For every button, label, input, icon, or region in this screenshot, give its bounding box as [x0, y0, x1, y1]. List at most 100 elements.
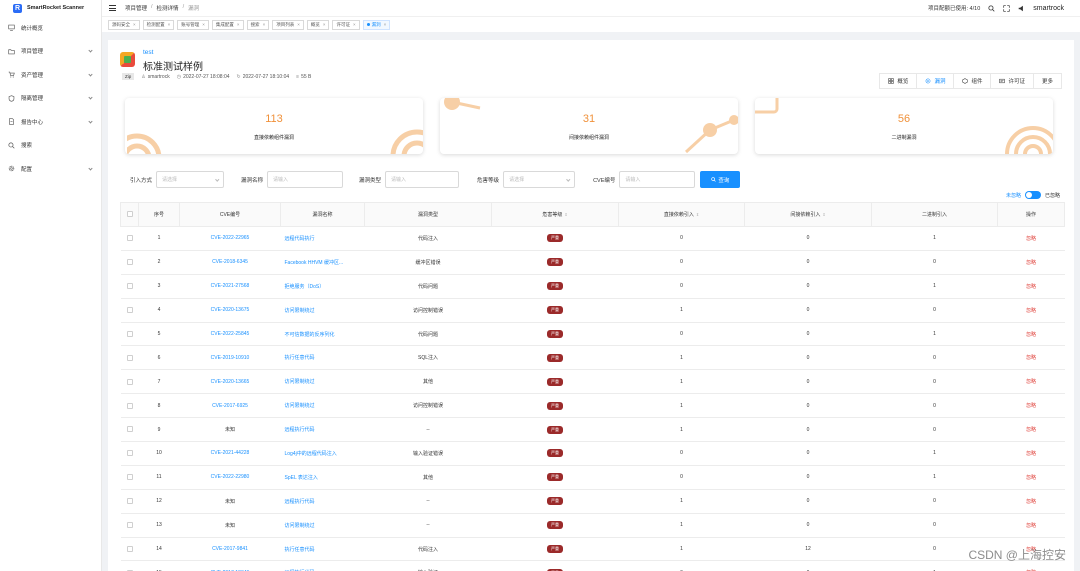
ignore-button[interactable]: 忽略 — [997, 322, 1065, 347]
vuln-name-input[interactable]: 请输入 — [267, 171, 344, 188]
cve-link[interactable]: CVE-2022-25845 — [179, 322, 281, 347]
row-checkbox[interactable] — [126, 235, 133, 242]
close-icon[interactable]: × — [297, 22, 300, 27]
vuln-name-link[interactable]: Log4j中的远程代码注入 — [280, 441, 365, 466]
ignore-button[interactable]: 忽略 — [997, 345, 1065, 371]
sort-icon[interactable]: ⇕ — [564, 212, 567, 217]
cve-link[interactable]: CVE-2017-18349 — [179, 560, 281, 571]
vuln-type-input[interactable]: 请输入 — [385, 171, 460, 188]
cve-link[interactable]: CVE-2018-6345 — [179, 250, 281, 275]
detail-tab[interactable]: 组件 — [954, 74, 992, 88]
breadcrumb-item[interactable]: 检测详情 — [157, 4, 179, 12]
stat-card-binary[interactable]: 56 二进制漏洞 — [755, 98, 1053, 154]
cve-link[interactable]: CVE-2021-27568 — [179, 274, 281, 299]
ignore-button[interactable]: 忽略 — [997, 393, 1065, 419]
ignore-button[interactable]: 忽略 — [997, 513, 1065, 538]
cve-link[interactable]: CVE-2019-10910 — [179, 345, 281, 371]
column-header-sortable[interactable]: 直接依赖引入 ⇕ — [618, 202, 745, 227]
vuln-name-link[interactable]: 远程执行代码 — [280, 560, 365, 571]
row-checkbox[interactable] — [126, 402, 133, 409]
ignore-switch[interactable] — [1024, 191, 1041, 199]
tab-tag[interactable]: 检测配置 × — [142, 19, 175, 30]
vuln-name-link[interactable]: 远程执行代码 — [280, 489, 365, 514]
tab-tag[interactable]: 搜索 × — [246, 19, 270, 30]
ignore-button[interactable]: 忽略 — [997, 298, 1065, 323]
vuln-name-link[interactable]: 访问限制绕过 — [280, 369, 365, 395]
cve-link[interactable]: CVE-2017-9841 — [179, 537, 281, 562]
username[interactable]: smartrock — [1033, 5, 1064, 12]
select-all-checkbox[interactable] — [126, 211, 133, 218]
sidebar-item[interactable]: 统计概览 — [0, 16, 101, 40]
close-icon[interactable]: × — [202, 22, 205, 27]
app-logo[interactable]: R SmartRocket Scanner — [0, 0, 101, 16]
ignore-button[interactable]: 忽略 — [997, 489, 1065, 514]
row-checkbox[interactable] — [126, 283, 133, 290]
row-checkbox[interactable] — [126, 259, 133, 266]
sort-icon[interactable]: ⇕ — [696, 212, 699, 217]
vuln-name-link[interactable]: Facebook HHVM 缓冲区... — [280, 250, 365, 275]
sidebar-item[interactable]: 报告中心 — [0, 110, 101, 134]
cve-link[interactable]: CVE-2020-13665 — [179, 369, 281, 395]
row-checkbox[interactable] — [126, 378, 133, 385]
ignore-button[interactable]: 忽略 — [997, 465, 1065, 490]
vuln-name-link[interactable]: 访问限制绕过 — [280, 513, 365, 538]
project-subtitle[interactable]: test — [143, 49, 153, 56]
tab-tag[interactable]: 源码安全 × — [108, 19, 140, 30]
detail-tab[interactable]: 漏洞 — [917, 74, 955, 88]
row-checkbox[interactable] — [126, 306, 133, 313]
column-header-sortable[interactable]: 间接依赖引入 ⇕ — [744, 202, 872, 227]
cve-link[interactable]: CVE-2021-44228 — [179, 441, 281, 466]
sort-icon[interactable]: ⇕ — [822, 212, 825, 217]
row-checkbox[interactable] — [126, 474, 133, 481]
vuln-name-link[interactable]: SpEL 表达注入 — [280, 465, 365, 490]
sidebar-item[interactable]: 配置 — [0, 157, 101, 181]
cve-link[interactable]: CVE-2017-6925 — [179, 393, 281, 419]
row-checkbox[interactable] — [126, 354, 133, 361]
sidebar-item[interactable]: 隔离管理 — [0, 87, 101, 111]
tab-tag[interactable]: 账号管理 × — [177, 19, 209, 30]
vuln-name-link[interactable]: 不可信数据的反序列化 — [280, 322, 365, 347]
close-icon[interactable]: × — [353, 22, 356, 27]
tab-tag[interactable]: 许可证 × — [332, 19, 360, 30]
detail-tab[interactable]: 概览 — [880, 74, 918, 88]
cve-link[interactable]: CVE-2022-22965 — [179, 226, 281, 251]
tab-tag[interactable]: 集成配置 × — [211, 19, 244, 30]
notification-icon[interactable] — [1018, 5, 1025, 12]
vuln-name-link[interactable]: 执行任意代码 — [280, 345, 365, 371]
not-ignored-label[interactable]: 未忽略 — [1006, 192, 1021, 199]
vuln-name-link[interactable]: 远程执行代码 — [280, 417, 365, 443]
cve-link[interactable]: CVE-2022-22980 — [179, 465, 281, 490]
ignore-button[interactable]: 忽略 — [997, 369, 1065, 395]
cve-input[interactable]: 请输入 — [619, 171, 696, 188]
stat-card-direct[interactable]: 113 直接依赖组件漏洞 — [125, 98, 423, 154]
sidebar-item[interactable]: 搜索 — [0, 134, 101, 158]
menu-toggle-icon[interactable] — [109, 5, 116, 11]
close-icon[interactable]: × — [263, 22, 266, 27]
vuln-name-link[interactable]: 访问限制绕过 — [280, 298, 365, 323]
tab-tag[interactable]: 漏洞 × — [362, 19, 391, 30]
row-checkbox[interactable] — [126, 521, 133, 528]
ignore-button[interactable]: 忽略 — [997, 274, 1065, 299]
column-header-sortable[interactable]: 危害等级 ⇕ — [491, 202, 619, 227]
breadcrumb-item[interactable]: 项目管理 — [125, 4, 147, 12]
vuln-name-link[interactable]: 远程代码执行 — [280, 226, 365, 251]
ignore-button[interactable]: 忽略 — [997, 417, 1065, 443]
close-icon[interactable]: × — [237, 22, 240, 27]
sidebar-item[interactable]: 资产管理 — [0, 63, 101, 87]
ignore-button[interactable]: 忽略 — [997, 226, 1065, 251]
vuln-name-link[interactable]: 拒绝服务（DoS） — [280, 274, 365, 299]
detail-tab[interactable]: 更多 — [1034, 74, 1061, 88]
ignore-button[interactable]: 忽略 — [997, 250, 1065, 275]
row-checkbox[interactable] — [126, 426, 133, 433]
sidebar-item[interactable]: 项目管理 — [0, 40, 101, 64]
search-icon[interactable] — [988, 4, 995, 12]
vuln-name-link[interactable]: 执行任意代码 — [280, 537, 365, 562]
row-checkbox[interactable] — [126, 330, 133, 337]
cve-link[interactable]: CVE-2020-13675 — [179, 298, 281, 323]
row-checkbox[interactable] — [126, 450, 133, 457]
row-checkbox[interactable] — [126, 498, 133, 505]
ignore-button[interactable]: 忽略 — [997, 441, 1065, 466]
row-checkbox[interactable] — [126, 545, 133, 552]
query-button[interactable]: 查询 — [700, 171, 741, 188]
intro-method-select[interactable]: 请选择 — [156, 171, 225, 188]
